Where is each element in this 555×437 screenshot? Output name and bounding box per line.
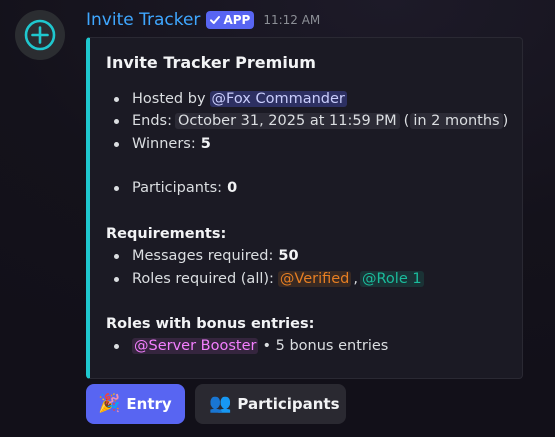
messages-required-line: Messages required: 50: [132, 246, 299, 266]
timestamp[interactable]: 11:12 AM: [263, 13, 320, 27]
ends-date[interactable]: October 31, 2025 at 11:59 PM: [175, 113, 400, 129]
party-popper-icon: 🎉: [98, 393, 121, 414]
app-badge: APP: [206, 11, 255, 29]
ends-paren-close: ): [502, 113, 509, 129]
message-header: Invite Tracker APP 11:12 AM: [86, 9, 320, 31]
messages-value: 50: [278, 248, 299, 264]
bullet: [114, 186, 119, 191]
entry-button-label: Entry: [126, 395, 172, 413]
giveaway-embed: Invite Tracker Premium Hosted by @Fox Co…: [86, 37, 523, 379]
participants-button[interactable]: 👥 Participants: [195, 384, 346, 424]
messages-label: Messages required:: [132, 248, 274, 264]
author-name[interactable]: Invite Tracker: [86, 10, 200, 30]
winners-line: Winners: 5: [132, 134, 211, 154]
ends-paren-open: (: [403, 113, 410, 129]
role-separator: ,: [353, 271, 358, 287]
bullet: [114, 142, 119, 147]
winners-value: 5: [200, 136, 211, 152]
server-booster-mention[interactable]: @Server Booster: [132, 338, 259, 354]
role-verified-mention[interactable]: @Verified: [277, 271, 352, 287]
bullet: [114, 344, 119, 349]
participants-line: Participants: 0: [132, 178, 237, 198]
participants-value: 0: [227, 180, 238, 196]
participants-label: Participants:: [132, 180, 223, 196]
participants-button-label: Participants: [237, 395, 340, 413]
role-one-mention[interactable]: @Role 1: [360, 271, 424, 287]
bullet: [114, 119, 119, 124]
ends-label: Ends:: [132, 113, 172, 129]
app-badge-label: APP: [223, 13, 251, 27]
bonus-line: @Server Booster • 5 bonus entries: [132, 336, 388, 356]
bullet: [114, 254, 119, 259]
bonus-suffix: • 5 bonus entries: [262, 338, 389, 354]
ends-relative[interactable]: in 2 months: [410, 113, 503, 129]
bullet: [114, 97, 119, 102]
people-icon: 👥: [209, 393, 232, 414]
roles-label: Roles required (all):: [132, 271, 274, 287]
bonus-heading: Roles with bonus entries:: [106, 316, 315, 332]
requirements-heading: Requirements:: [106, 226, 227, 242]
bullet: [114, 277, 119, 282]
winners-label: Winners:: [132, 136, 196, 152]
hosted-label: Hosted by: [132, 91, 206, 107]
hosted-by-line: Hosted by @Fox Commander: [132, 89, 347, 109]
check-icon: [210, 16, 221, 24]
embed-title: Invite Tracker Premium: [106, 53, 316, 72]
avatar[interactable]: [15, 10, 65, 60]
ends-line: Ends: October 31, 2025 at 11:59 PM ( in …: [132, 111, 508, 131]
entry-button[interactable]: 🎉 Entry: [86, 384, 185, 424]
plus-circle-icon: [24, 19, 56, 51]
roles-required-line: Roles required (all): @Verified , @Role …: [132, 269, 424, 289]
host-mention[interactable]: @Fox Commander: [209, 91, 347, 107]
